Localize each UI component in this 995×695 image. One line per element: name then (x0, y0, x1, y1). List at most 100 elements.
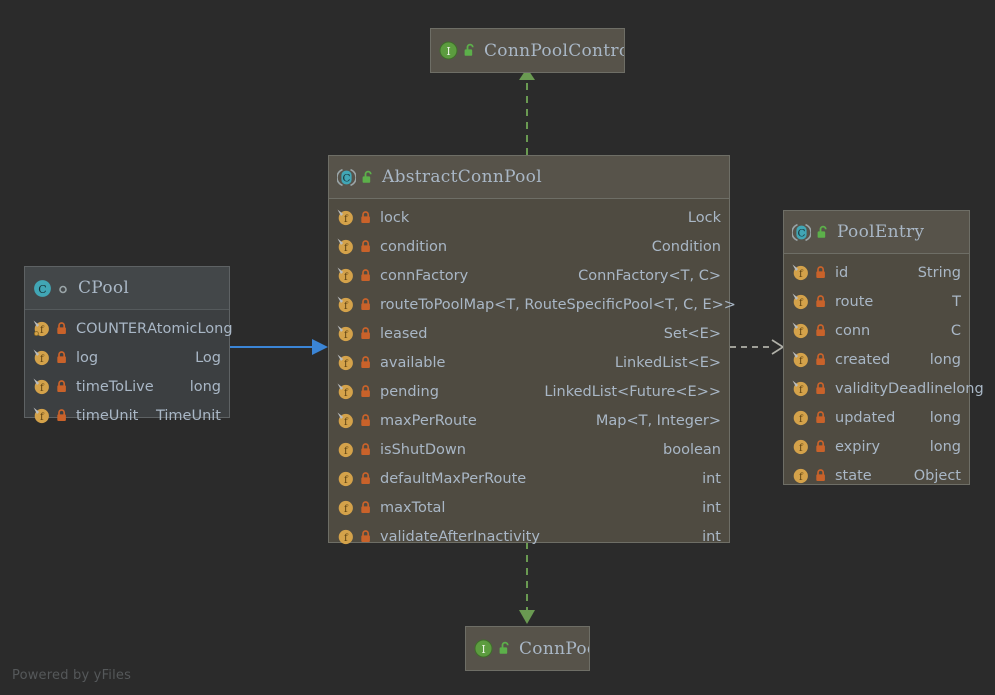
field-icon: f (337, 499, 354, 516)
member-name: created (835, 352, 890, 368)
private-lock-icon (359, 500, 372, 515)
field-final-icon: f (337, 296, 354, 313)
member-row[interactable]: fCOUNTERAtomicLong (25, 314, 229, 343)
member-row[interactable]: flogLog (25, 343, 229, 372)
member-type: Lock (688, 210, 721, 226)
svg-text:C: C (797, 227, 805, 239)
member-name: condition (380, 239, 447, 255)
member-row[interactable]: fconnFactoryConnFactory<T, C> (329, 261, 729, 290)
member-type: Condition (652, 239, 721, 255)
member-row[interactable]: frouteToPoolMap<T, RouteSpecificPool<T, … (329, 290, 729, 319)
member-name: maxTotal (380, 500, 445, 516)
node-c-pool[interactable]: C CPool fCOUNTERAtomicLongflogLogftimeTo… (24, 266, 230, 418)
public-unlocked-icon (463, 43, 476, 58)
member-list: flockLockfconditionConditionfconnFactory… (329, 199, 729, 557)
field-final-icon: f (337, 412, 354, 429)
member-name: isShutDown (380, 442, 466, 458)
private-lock-icon (359, 297, 372, 312)
public-unlocked-icon (498, 641, 511, 656)
member-type: C (951, 323, 961, 339)
private-lock-icon (55, 321, 68, 336)
private-lock-icon (814, 468, 827, 483)
member-row[interactable]: fconnC (784, 316, 969, 345)
member-row[interactable]: fvalidateAfterInactivityint (329, 522, 729, 551)
member-type: Log (195, 350, 221, 366)
edge-generalization-c-pool (230, 339, 328, 355)
member-type: ConnFactory<T, C> (578, 268, 721, 284)
field-final-icon: f (337, 238, 354, 255)
private-lock-icon (359, 210, 372, 225)
private-lock-icon (359, 268, 372, 283)
private-lock-icon (55, 379, 68, 394)
member-row[interactable]: fvalidityDeadlinelong (784, 374, 969, 403)
node-title: CPool (78, 278, 129, 298)
member-row[interactable]: fisShutDownboolean (329, 435, 729, 464)
member-name: conn (835, 323, 870, 339)
field-icon: f (337, 470, 354, 487)
diagram-canvas[interactable]: ConnPoolControl (realization, upward) --… (0, 0, 995, 695)
member-row[interactable]: flockLock (329, 203, 729, 232)
member-type: Map<T, Integer> (596, 413, 721, 429)
member-name: available (380, 355, 445, 371)
svg-text:C: C (38, 282, 46, 295)
watermark: Powered by yFiles (12, 668, 131, 683)
member-row[interactable]: fupdatedlong (784, 403, 969, 432)
field-final-icon: f (337, 267, 354, 284)
member-name: COUNTER (76, 321, 147, 337)
svg-text:I: I (446, 45, 450, 58)
member-name: route (835, 294, 873, 310)
field-final-icon: f (792, 264, 809, 281)
member-row[interactable]: f route T (784, 287, 969, 316)
private-lock-icon (359, 355, 372, 370)
field-final-icon: f (337, 325, 354, 342)
member-row[interactable]: fcreatedlong (784, 345, 969, 374)
member-type: long (190, 379, 221, 395)
member-row[interactable]: ftimeUnitTimeUnit (25, 401, 229, 430)
private-lock-icon (55, 408, 68, 423)
node-pool-entry[interactable]: C PoolEntry fidStringfrouteTfconnCfcreat… (783, 210, 970, 485)
member-name: leased (380, 326, 428, 342)
member-name: state (835, 468, 872, 484)
edge-dependency-pool-entry (730, 340, 783, 354)
member-row[interactable]: fpendingLinkedList<Future<E>> (329, 377, 729, 406)
member-row[interactable]: fleasedSet<E> (329, 319, 729, 348)
member-name: expiry (835, 439, 880, 455)
field-icon: f (337, 441, 354, 458)
member-name: validityDeadline (835, 381, 952, 397)
node-title: AbstractConnPool (382, 167, 542, 187)
member-row[interactable]: f maxTotal int (329, 493, 729, 522)
field-icon: f (792, 438, 809, 455)
member-name: validateAfterInactivity (380, 529, 540, 545)
member-row[interactable]: fexpirylong (784, 432, 969, 461)
member-name: updated (835, 410, 895, 426)
field-final-icon: f (792, 293, 809, 310)
field-icon: f (337, 528, 354, 545)
member-row[interactable]: fdefaultMaxPerRouteint (329, 464, 729, 493)
svg-text:C: C (342, 172, 350, 184)
member-row[interactable]: f maxPerRoute Map<T, Integer> (329, 406, 729, 435)
private-lock-icon (359, 239, 372, 254)
node-abstract-conn-pool[interactable]: C AbstractConnPool flockLockfconditionCo… (328, 155, 730, 543)
member-type: T (952, 294, 961, 310)
member-row[interactable]: f condition Condition (329, 232, 729, 261)
member-row[interactable]: ftimeToLivelong (25, 372, 229, 401)
node-title: ConnPool (519, 639, 589, 659)
member-row[interactable]: f available LinkedList<E> (329, 348, 729, 377)
node-header: C CPool (25, 267, 229, 310)
field-final-icon: f (337, 209, 354, 226)
node-header: C AbstractConnPool (329, 156, 729, 199)
node-conn-pool-control[interactable]: I ConnPoolControl (430, 28, 625, 73)
field-final-icon: f (337, 354, 354, 371)
member-row[interactable]: fidString (784, 258, 969, 287)
private-lock-icon (814, 294, 827, 309)
member-type: int (702, 500, 721, 516)
member-type: LinkedList<E> (615, 355, 721, 371)
member-type: AtomicLong (147, 321, 232, 337)
class-icon: C (33, 279, 52, 298)
node-conn-pool[interactable]: I ConnPool (465, 626, 590, 671)
member-row[interactable]: fstateObject (784, 461, 969, 490)
member-name: maxPerRoute (380, 413, 477, 429)
member-name: timeToLive (76, 379, 154, 395)
node-title: ConnPoolControl (484, 41, 624, 61)
node-header: C PoolEntry (784, 211, 969, 254)
